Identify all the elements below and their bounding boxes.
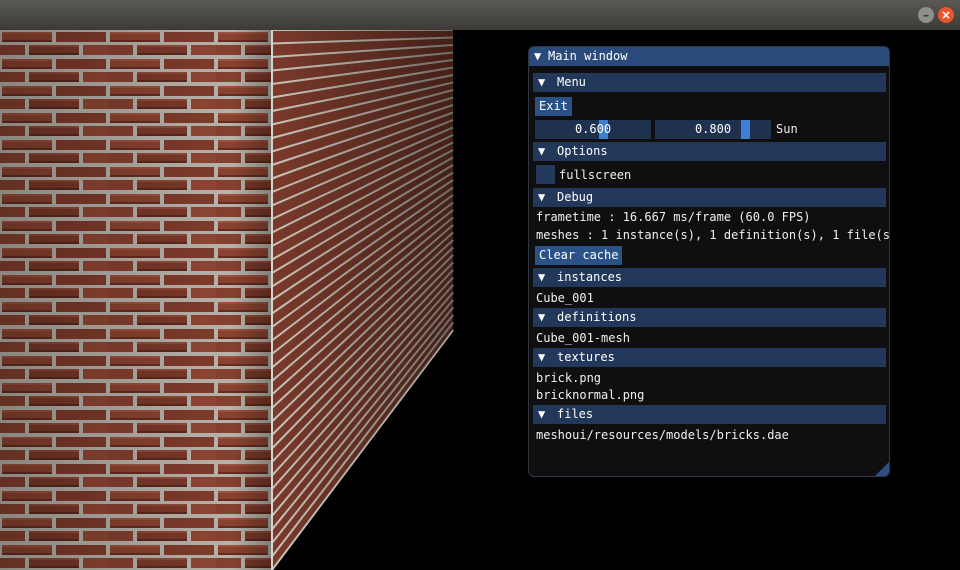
frametime-text: frametime : 16.667 ms/frame (60.0 FPS) — [536, 210, 811, 224]
main-window[interactable]: ▼ Main window ▼ Menu Exit 0.600 0.800 Su… — [528, 46, 890, 477]
clear-cache-button[interactable]: Clear cache — [535, 246, 623, 265]
minimize-icon[interactable]: – — [918, 7, 934, 23]
sun-y-value: 0.800 — [694, 122, 732, 136]
close-icon[interactable]: × — [938, 7, 954, 23]
files-header[interactable]: ▼ files — [533, 405, 886, 424]
options-header[interactable]: ▼ Options — [533, 142, 886, 161]
fullscreen-label: fullscreen — [559, 168, 632, 182]
instances-header[interactable]: ▼ instances — [533, 268, 886, 287]
collapse-icon: ▼ — [538, 350, 546, 364]
collapse-icon[interactable]: ▼ — [534, 49, 541, 63]
collapse-icon: ▼ — [538, 75, 546, 89]
debug-header-label: Debug — [557, 190, 594, 204]
collapse-icon: ▼ — [538, 190, 546, 204]
main-window-title: Main window — [548, 49, 628, 63]
sun-x-slider[interactable]: 0.600 — [535, 120, 651, 139]
list-item[interactable]: bricknormal.png — [536, 388, 644, 402]
definitions-header[interactable]: ▼ definitions — [533, 308, 886, 327]
menu-header-label: Menu — [557, 75, 586, 89]
os-titlebar: – × — [0, 0, 960, 31]
meshes-text: meshes : 1 instance(s), 1 definition(s),… — [536, 228, 890, 242]
options-header-label: Options — [557, 144, 608, 158]
definitions-header-label: definitions — [557, 310, 637, 324]
list-item[interactable]: meshoui/resources/models/bricks.dae — [536, 428, 789, 442]
instances-header-label: instances — [557, 270, 623, 284]
debug-header[interactable]: ▼ Debug — [533, 188, 886, 207]
files-header-label: files — [557, 407, 594, 421]
sun-y-slider[interactable]: 0.800 — [655, 120, 771, 139]
textures-header[interactable]: ▼ textures — [533, 348, 886, 367]
list-item[interactable]: brick.png — [536, 371, 601, 385]
fullscreen-checkbox[interactable] — [536, 165, 555, 184]
sun-x-value: 0.600 — [574, 122, 612, 136]
menu-header[interactable]: ▼ Menu — [533, 73, 886, 92]
list-item[interactable]: Cube_001 — [536, 291, 594, 305]
collapse-icon: ▼ — [538, 144, 546, 158]
collapse-icon: ▼ — [538, 407, 546, 421]
main-window-titlebar[interactable]: ▼ Main window — [529, 47, 889, 66]
wall-side-face — [271, 30, 454, 570]
resize-grip[interactable] — [875, 462, 889, 476]
textures-header-label: textures — [557, 350, 615, 364]
sun-label: Sun — [776, 122, 798, 136]
exit-button[interactable]: Exit — [535, 97, 572, 116]
collapse-icon: ▼ — [538, 310, 546, 324]
collapse-icon: ▼ — [538, 270, 546, 284]
list-item[interactable]: Cube_001-mesh — [536, 331, 630, 345]
